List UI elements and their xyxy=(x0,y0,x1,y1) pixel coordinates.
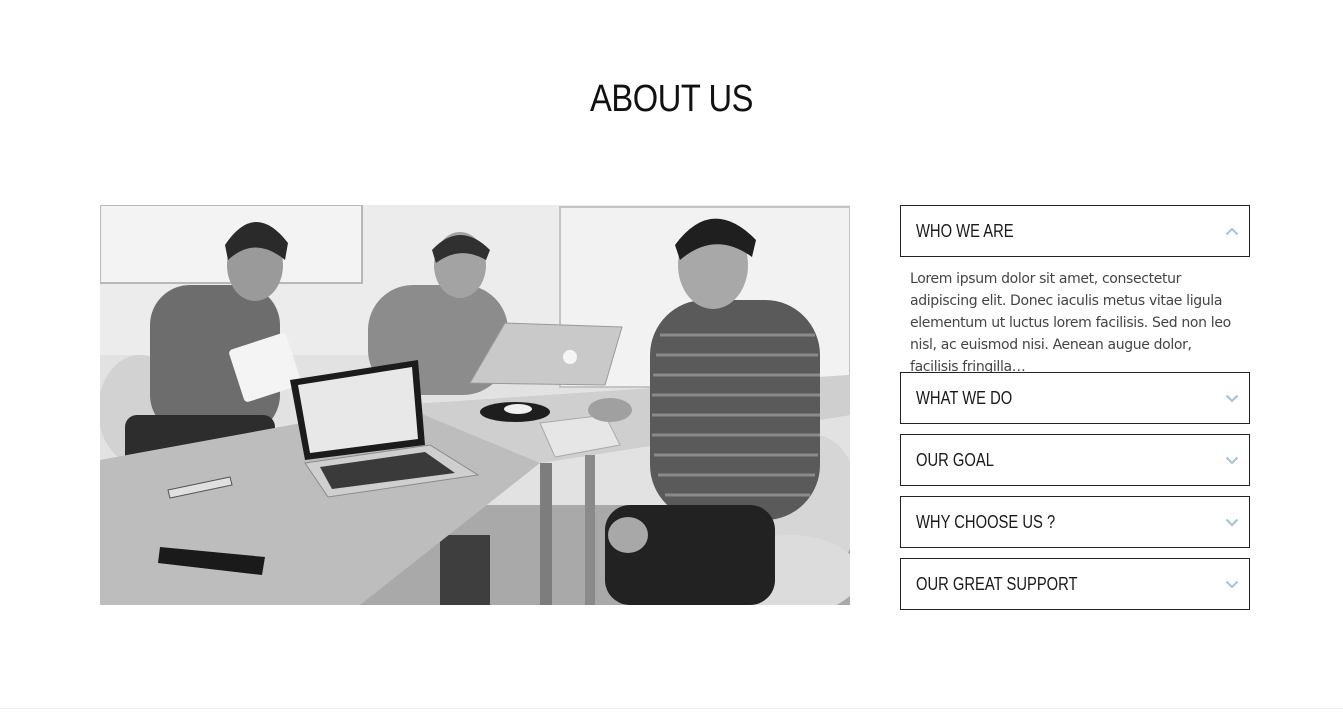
accordion-item-our-goal: OUR GOAL xyxy=(900,434,1250,486)
accordion-title: WHAT WE DO xyxy=(916,387,1013,408)
accordion-body-who-we-are: Lorem ipsum dolor sit amet, consectetur … xyxy=(910,271,1231,372)
accordion-header-our-great-support[interactable]: OUR GREAT SUPPORT xyxy=(900,558,1250,610)
chevron-down-icon[interactable] xyxy=(1225,515,1239,529)
accordion-header-who-we-are[interactable]: WHO WE ARE xyxy=(900,205,1250,257)
chevron-down-icon[interactable] xyxy=(1225,577,1239,591)
about-us-section: ABOUT US WHO WE ARE Lorem ipsum dolor si… xyxy=(0,0,1343,712)
accordion-item-why-choose-us: WHY CHOOSE US ? xyxy=(900,496,1250,548)
accordion-title: WHY CHOOSE US ? xyxy=(916,511,1056,532)
accordion-header-why-choose-us[interactable]: WHY CHOOSE US ? xyxy=(900,496,1250,548)
chevron-down-icon[interactable] xyxy=(1225,391,1239,405)
chevron-down-icon[interactable] xyxy=(1225,453,1239,467)
accordion-item-who-we-are: WHO WE ARE Lorem ipsum dolor sit amet, c… xyxy=(900,205,1250,372)
accordion-header-what-we-do[interactable]: WHAT WE DO xyxy=(900,372,1250,424)
accordion-title: OUR GREAT SUPPORT xyxy=(916,573,1078,594)
accordion-title: OUR GOAL xyxy=(916,449,994,470)
section-title: ABOUT US xyxy=(589,78,754,120)
accordion-title: WHO WE ARE xyxy=(916,220,1014,241)
accordion-header-our-goal[interactable]: OUR GOAL xyxy=(900,434,1250,486)
section-divider xyxy=(0,708,1343,709)
accordion-item-what-we-do: WHAT WE DO xyxy=(900,372,1250,424)
accordion-item-our-great-support: OUR GREAT SUPPORT xyxy=(900,558,1250,610)
team-photo xyxy=(100,205,850,605)
chevron-up-icon[interactable] xyxy=(1225,224,1239,238)
about-accordion: WHO WE ARE Lorem ipsum dolor sit amet, c… xyxy=(900,205,1250,620)
